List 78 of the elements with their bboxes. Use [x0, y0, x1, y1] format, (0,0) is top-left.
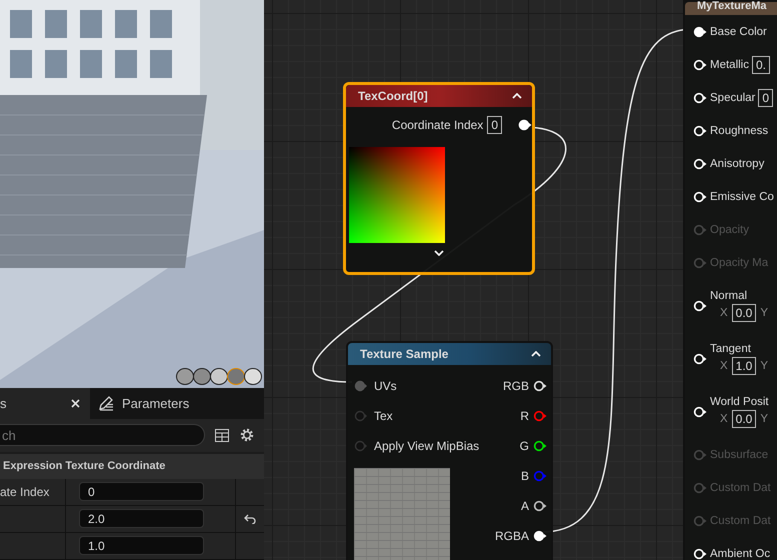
texture-sample-node[interactable]: Texture Sample UVs Tex Apply View MipBias RGB R G B A RGBA — [346, 341, 553, 560]
input-pin-icon[interactable] — [354, 410, 368, 422]
input-pin-icon[interactable] — [693, 300, 707, 312]
pin-label: Anisotropy — [710, 158, 764, 170]
collapse-caret-icon[interactable] — [531, 351, 541, 357]
section-header[interactable]: Expression Texture Coordinate — [0, 454, 264, 479]
input-pin-icon[interactable] — [693, 92, 707, 104]
value-field[interactable]: 2.0 — [79, 509, 204, 528]
property-name: ate Index — [0, 484, 50, 499]
pin-label: UVs — [374, 379, 397, 393]
axis-label: X — [720, 360, 728, 372]
node-title: MyTextureMa — [697, 0, 766, 12]
input-pin-icon[interactable] — [693, 58, 707, 70]
output-pin-icon[interactable] — [518, 119, 532, 131]
input-pin-icon[interactable] — [354, 380, 368, 392]
pin-label: Base Color — [710, 26, 767, 38]
pin-label: Opacity — [710, 224, 749, 236]
pin-label: Normal — [710, 290, 748, 302]
input-pin-icon[interactable] — [693, 548, 707, 560]
output-pin-icon[interactable] — [533, 380, 547, 392]
pin-label: B — [520, 469, 529, 483]
pin-label: RGB — [502, 379, 529, 393]
texcoord-node[interactable]: TexCoord[0] Coordinate Index 0 — [343, 82, 535, 275]
value-field[interactable]: 0.0 — [732, 304, 756, 322]
expand-chevron-icon[interactable] — [434, 250, 444, 256]
reset-arrow-icon[interactable] — [244, 514, 256, 524]
axis-label: Y — [760, 360, 768, 372]
table-icon[interactable] — [215, 428, 229, 442]
axis-label: Y — [760, 306, 768, 318]
value-field[interactable]: 0 — [758, 88, 774, 106]
axis-label: X — [720, 412, 728, 424]
value-field[interactable]: 1.0 — [79, 536, 204, 556]
input-pin-icon[interactable] — [693, 352, 707, 364]
pin-label: World Posit — [710, 396, 769, 408]
input-pin-icon[interactable] — [693, 158, 707, 170]
pin-label: Roughness — [710, 124, 768, 136]
pin-label: Opacity Ma — [710, 256, 768, 268]
pin-label: Tangent — [710, 342, 752, 354]
input-pin-icon[interactable] — [693, 124, 707, 136]
pin-label: Tex — [374, 409, 393, 423]
collapse-caret-icon[interactable] — [512, 93, 522, 99]
pin-label: Ambient Oc — [710, 548, 770, 560]
close-icon[interactable] — [71, 398, 80, 408]
panel-tab[interactable]: s — [0, 388, 90, 419]
value-field[interactable]: 0.0 — [732, 410, 756, 428]
input-pin-icon[interactable] — [693, 406, 707, 418]
input-pin-icon[interactable] — [693, 190, 707, 202]
axis-label: X — [720, 306, 728, 318]
output-pin-icon[interactable] — [533, 500, 547, 512]
pin-label: Metallic — [710, 58, 749, 70]
value-field[interactable]: 1.0 — [732, 356, 756, 374]
tab-label: s — [0, 396, 6, 411]
value-field[interactable]: 0. — [752, 56, 770, 74]
pin-label: R — [520, 409, 529, 423]
output-pin-icon[interactable] — [533, 440, 547, 452]
pin-label: G — [520, 439, 529, 453]
value-field[interactable]: 0 — [79, 482, 204, 502]
pin-label: Subsurface — [710, 448, 768, 460]
input-pin-icon[interactable] — [693, 26, 707, 38]
pin-label: Specular — [710, 92, 756, 104]
output-pin-icon[interactable] — [533, 530, 547, 542]
tab-label: Parameters — [122, 396, 190, 411]
node-title: Texture Sample — [360, 347, 448, 361]
pin-label: A — [520, 499, 529, 513]
index-field[interactable]: 0 — [487, 116, 502, 134]
pin-label: Custom Dat — [710, 514, 771, 526]
pencil-list-icon — [98, 395, 114, 412]
search-field[interactable]: ch — [0, 424, 205, 446]
input-pin-icon[interactable] — [354, 440, 368, 452]
pin-label: Apply View MipBias — [374, 439, 480, 453]
node-title: TexCoord[0] — [358, 89, 428, 103]
axis-label: Y — [760, 412, 768, 424]
pin-label: Custom Dat — [710, 482, 771, 494]
settings-icon[interactable] — [239, 427, 255, 444]
pin-label: Emissive Co — [710, 190, 774, 202]
panel-tab[interactable]: Parameters — [90, 388, 198, 419]
pin-label: RGBA — [494, 529, 529, 543]
pin-label: Coordinate Index — [392, 118, 484, 132]
